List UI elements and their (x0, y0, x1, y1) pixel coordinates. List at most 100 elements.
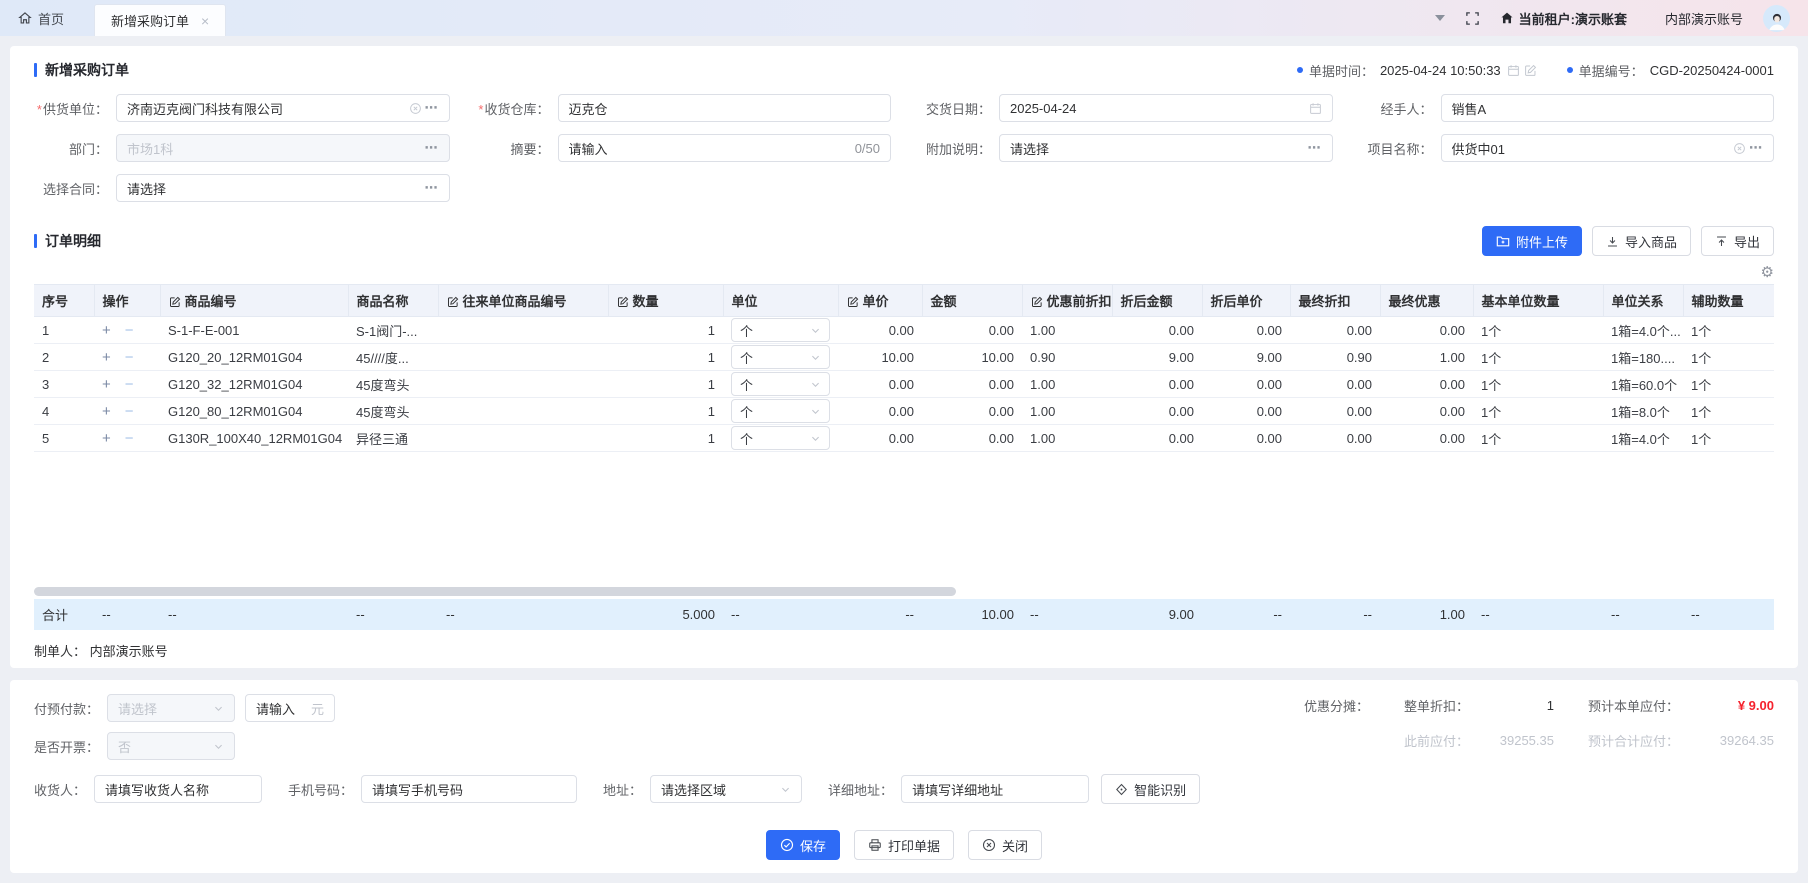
unit-select[interactable]: 个 (731, 426, 830, 450)
prepay-amount-placeholder: 请输入 (256, 699, 305, 718)
contract-input[interactable]: 请选择 ⋯ (116, 174, 450, 202)
phone-label: 手机号码： (288, 780, 361, 799)
currency-unit: 元 (311, 699, 324, 718)
close-button[interactable]: 关闭 (968, 830, 1042, 860)
home-nav[interactable]: 首页 (18, 9, 64, 28)
cell: 1 (608, 344, 723, 371)
region-select[interactable]: 请选择区域 (650, 775, 802, 803)
add-row-button[interactable]: + (102, 403, 111, 420)
summary-cell: -- (1683, 599, 1774, 630)
cell: 0.00 (1380, 398, 1473, 425)
tab-close-icon[interactable]: × (201, 14, 209, 28)
add-row-button[interactable]: + (102, 376, 111, 393)
cell: 1 (608, 425, 723, 452)
cell: 1个 (1473, 425, 1603, 452)
region-placeholder: 请选择区域 (661, 780, 774, 799)
warehouse-input[interactable]: 迈克仓 (558, 94, 892, 122)
summary-input[interactable]: 请输入 0/50 (558, 134, 892, 162)
cell: 1.00 (1022, 425, 1112, 452)
invoice-select[interactable]: 否 (107, 732, 235, 760)
add-row-button[interactable]: + (102, 322, 111, 339)
doc-no-label: 单据编号： (1579, 61, 1644, 80)
department-input[interactable]: 市场1科 ⋯ (116, 134, 450, 162)
gear-icon[interactable]: ⚙ (1761, 263, 1774, 281)
avatar[interactable] (1763, 5, 1790, 32)
import-products-button[interactable]: 导入商品 (1592, 226, 1691, 256)
edit-icon (169, 296, 181, 308)
cell: 个 (723, 371, 838, 398)
column-header: 操作 (94, 285, 160, 317)
cell: 10.00 (922, 344, 1022, 371)
supplier-input[interactable]: 济南迈克阀门科技有限公司 ⋯ (116, 94, 450, 122)
receiver-label: 收货人： (34, 780, 94, 799)
unit-select[interactable]: 个 (731, 399, 830, 423)
tab-new-purchase-order[interactable]: 新增采购订单 × (94, 4, 226, 36)
home-icon (18, 11, 32, 25)
export-button[interactable]: 导出 (1701, 226, 1774, 256)
calendar-icon[interactable] (1309, 102, 1322, 115)
unit-select[interactable]: 个 (731, 318, 830, 342)
more-icon[interactable]: ⋯ (425, 100, 439, 116)
edit-icon[interactable] (1524, 64, 1537, 77)
more-icon[interactable]: ⋯ (1749, 140, 1763, 156)
phone-input[interactable]: 请填写手机号码 (361, 775, 577, 803)
project-input[interactable]: 供货中01 ⋯ (1441, 134, 1775, 162)
extra-note-input[interactable]: 请选择 ⋯ (999, 134, 1333, 162)
horizontal-scrollbar[interactable] (34, 587, 956, 596)
more-icon[interactable]: ⋯ (425, 180, 439, 196)
chevron-down-icon[interactable] (1435, 15, 1445, 21)
whole-discount-value[interactable]: 1 (1469, 698, 1554, 713)
more-icon[interactable]: ⋯ (1308, 140, 1322, 156)
contract-label: 选择合同： (34, 179, 116, 198)
remove-row-button[interactable]: − (125, 349, 134, 366)
summary-cell: -- (94, 599, 160, 630)
invoice-value: 否 (118, 737, 207, 756)
receiver-input[interactable]: 请填写收货人名称 (94, 775, 262, 803)
save-button[interactable]: 保存 (766, 830, 840, 860)
save-label: 保存 (800, 836, 826, 855)
more-icon[interactable]: ⋯ (425, 140, 439, 156)
add-row-button[interactable]: + (102, 349, 111, 366)
cell (438, 344, 608, 371)
unit-select[interactable]: 个 (731, 345, 830, 369)
field-project: 项目名称： 供货中01 ⋯ (1359, 134, 1775, 162)
add-row-button[interactable]: + (102, 430, 111, 447)
remove-row-button[interactable]: − (125, 322, 134, 339)
remove-row-button[interactable]: − (125, 430, 134, 447)
remove-row-button[interactable]: − (125, 403, 134, 420)
cell: 0.00 (1202, 398, 1290, 425)
summary-cell: -- (838, 599, 922, 630)
previous-due-value: 39255.35 (1469, 733, 1554, 748)
tenant-menu[interactable]: 当前租户:演示账套 (1500, 9, 1627, 28)
doc-info: 单据时间： 2025-04-24 10:50:33 单据编号： CGD-2025… (1297, 61, 1774, 80)
cell: S-1阀门-... (348, 317, 438, 344)
remove-row-button[interactable]: − (125, 376, 134, 393)
cell: 1个 (1473, 344, 1603, 371)
upload-attachment-button[interactable]: 附件上传 (1482, 226, 1582, 256)
whole-discount-label: 整单折扣： (1369, 696, 1469, 715)
calendar-icon[interactable] (1507, 64, 1520, 77)
department-label: 部门： (34, 139, 116, 158)
field-delivery-date: 交货日期： 2025-04-24 (917, 94, 1333, 122)
handler-input[interactable]: 销售A (1441, 94, 1775, 122)
smart-recognize-button[interactable]: 智能识别 (1101, 774, 1200, 804)
print-button[interactable]: 打印单据 (854, 830, 954, 860)
clear-icon[interactable] (409, 102, 422, 115)
account-label[interactable]: 内部演示账号 (1665, 9, 1743, 28)
prepay-amount-input[interactable]: 请输入 元 (245, 694, 335, 722)
delivery-date-input[interactable]: 2025-04-24 (999, 94, 1333, 122)
creator-label: 制单人： (34, 644, 86, 659)
column-header: 商品编号 (160, 285, 348, 317)
unit-select[interactable]: 个 (731, 372, 830, 396)
fullscreen-icon[interactable] (1465, 11, 1480, 26)
field-warehouse: *收货仓库： 迈克仓 (476, 94, 892, 122)
prepay-select[interactable]: 请选择 (107, 694, 235, 722)
clear-icon[interactable] (1733, 142, 1746, 155)
cell: 0.00 (1290, 317, 1380, 344)
address-input[interactable]: 请填写详细地址 (901, 775, 1089, 803)
edit-icon (1031, 296, 1043, 308)
cell: +− (94, 344, 160, 371)
cell: G120_32_12RM01G04 (160, 371, 348, 398)
chevron-down-icon (810, 406, 821, 417)
column-header: 最终优惠 (1380, 285, 1473, 317)
